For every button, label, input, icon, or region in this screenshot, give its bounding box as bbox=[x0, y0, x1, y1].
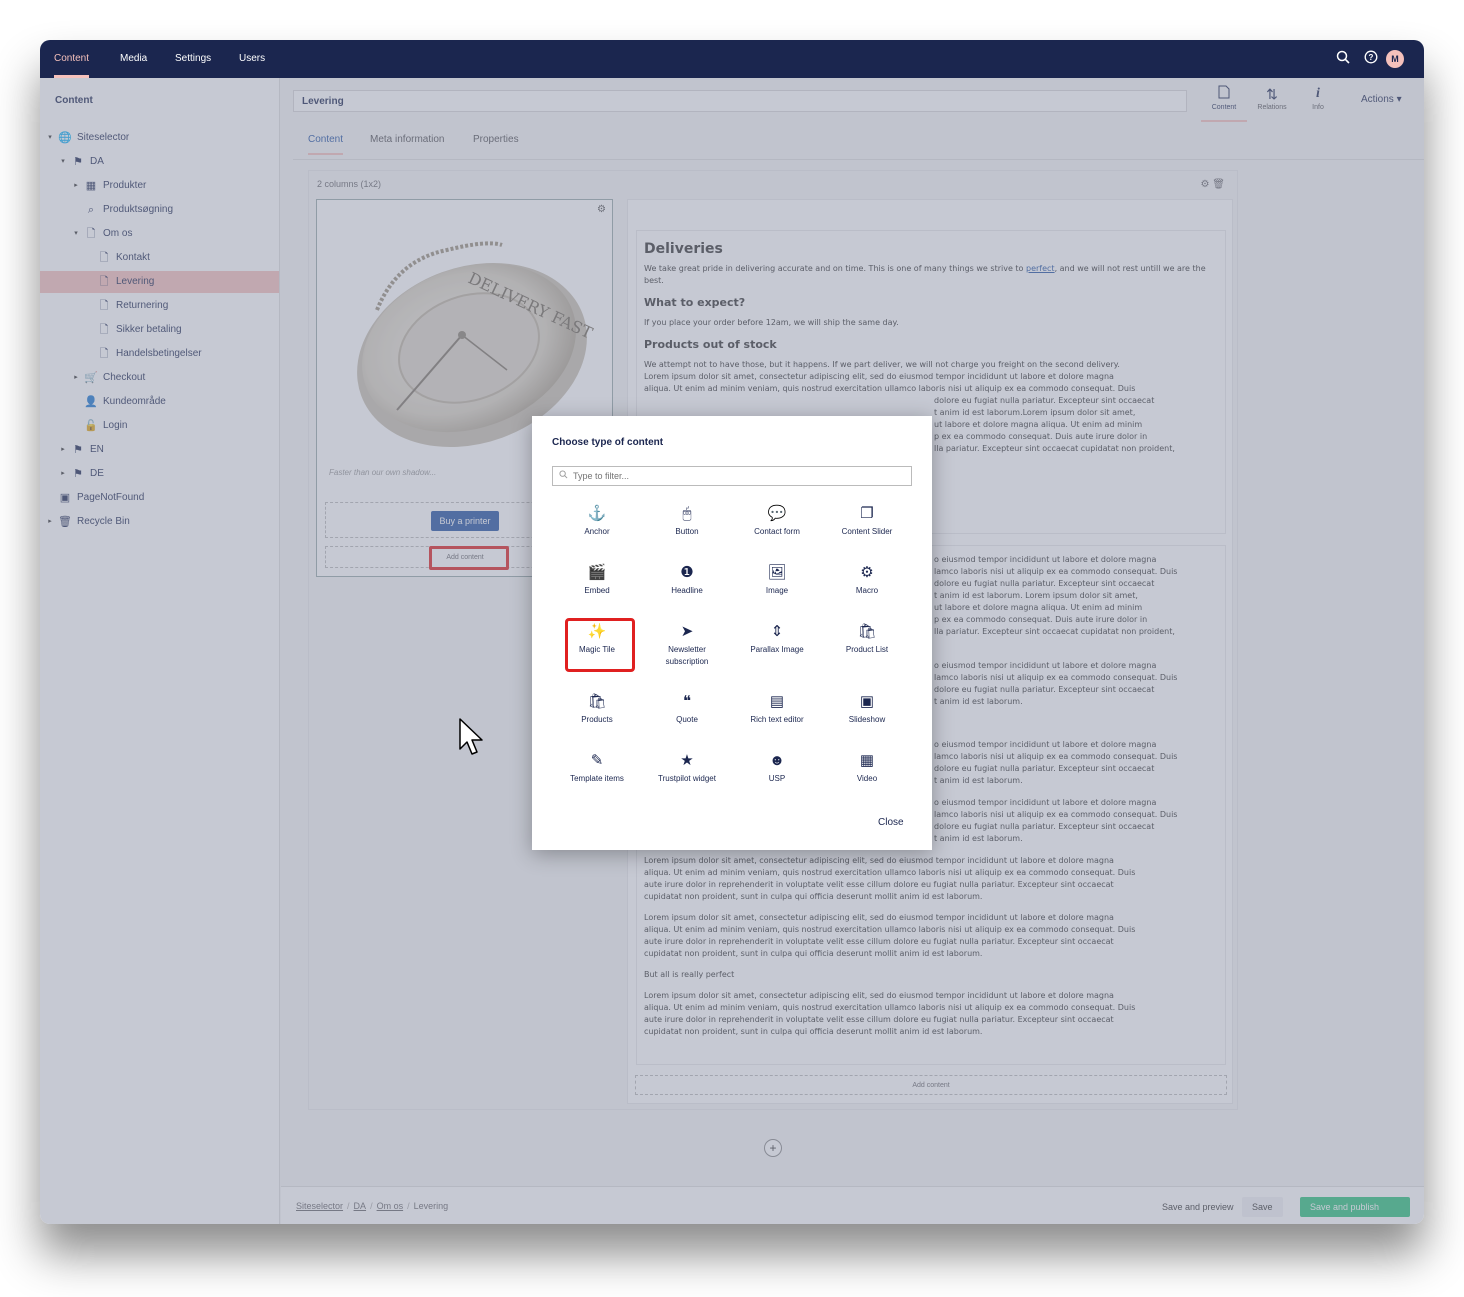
content-type-slideshow[interactable]: ▣ Slideshow bbox=[827, 692, 907, 742]
content-type-label: Macro bbox=[855, 586, 879, 595]
content-type-label: Slideshow bbox=[848, 715, 886, 724]
anchor-icon: ⚓ bbox=[587, 505, 607, 522]
quote-icon: ❝ bbox=[682, 693, 692, 710]
one-circle-icon: ❶ bbox=[680, 564, 694, 581]
content-type-label: Products bbox=[581, 715, 613, 724]
shopping-bag-icon: 🛍 bbox=[857, 623, 877, 640]
svg-text:?: ? bbox=[1369, 53, 1374, 62]
dialog-title: Choose type of content bbox=[552, 437, 664, 448]
content-type-product-list[interactable]: 🛍 Product List bbox=[827, 622, 907, 672]
search-icon[interactable] bbox=[1334, 50, 1352, 68]
vertical-arrows-icon: ⇕ bbox=[770, 623, 784, 640]
article-icon: ▤ bbox=[769, 693, 785, 710]
content-type-label: Anchor bbox=[584, 527, 610, 536]
content-type-label: Rich text editor bbox=[750, 715, 804, 724]
nav-content[interactable]: Content bbox=[54, 40, 90, 78]
content-type-anchor[interactable]: ⚓ Anchor bbox=[557, 504, 637, 554]
close-button[interactable]: Close bbox=[878, 817, 904, 828]
film-icon: ▦ bbox=[859, 752, 875, 769]
content-type-label: Headline bbox=[671, 586, 703, 595]
content-type-embed[interactable]: 🎬 Embed bbox=[557, 563, 637, 613]
shopping-bag-icon: 🛍 bbox=[587, 693, 607, 710]
content-type-label: Embed bbox=[584, 586, 610, 595]
choose-content-type-dialog: Choose type of content ⚓ Anchor 🖱 Button 💬 Co… bbox=[532, 416, 932, 850]
content-type-label: Parallax Image bbox=[750, 645, 804, 654]
content-type-label: Image bbox=[765, 586, 789, 595]
smiley-icon: ☻ bbox=[769, 752, 785, 769]
slides-icon: ❐ bbox=[860, 505, 874, 522]
content-type-video[interactable]: ▦ Video bbox=[827, 751, 907, 801]
content-type-label: Template items bbox=[570, 774, 624, 783]
mouse-cursor-icon bbox=[459, 718, 483, 755]
content-type-label: Video bbox=[856, 774, 878, 783]
content-type-parallax-image[interactable]: ⇕ Parallax Image bbox=[737, 622, 817, 672]
picture-icon: 🖼 bbox=[767, 564, 787, 581]
content-type-template-items[interactable]: ✎ Template items bbox=[557, 751, 637, 801]
content-type-label: Content Slider bbox=[841, 527, 893, 536]
paper-plane-icon: ➤ bbox=[680, 623, 694, 640]
content-type-image[interactable]: 🖼 Image bbox=[737, 563, 817, 613]
content-type-label: Newsletter subscription bbox=[665, 645, 709, 666]
content-type-content-slider[interactable]: ❐ Content Slider bbox=[827, 504, 907, 554]
content-type-products[interactable]: 🛍 Products bbox=[557, 692, 637, 742]
nav-users[interactable]: Users bbox=[239, 40, 265, 78]
content-type-label: USP bbox=[768, 774, 786, 783]
content-type-button[interactable]: 🖱 Button bbox=[647, 504, 727, 554]
content-type-label: Button bbox=[675, 527, 699, 536]
mouse-icon: 🖱 bbox=[682, 505, 692, 522]
content-type-label: Contact form bbox=[754, 527, 800, 536]
content-type-newsletter-subscription[interactable]: ➤ Newsletter subscription bbox=[647, 622, 727, 672]
search-icon bbox=[559, 470, 568, 481]
clapperboard-icon: 🎬 bbox=[587, 564, 607, 581]
filter-input[interactable] bbox=[552, 466, 912, 486]
content-type-usp[interactable]: ☻ USP bbox=[737, 751, 817, 801]
content-type-contact-form[interactable]: 💬 Contact form bbox=[737, 504, 817, 554]
content-type-headline[interactable]: ❶ Headline bbox=[647, 563, 727, 613]
nav-settings[interactable]: Settings bbox=[175, 40, 211, 78]
content-type-macro[interactable]: ⚙ Macro bbox=[827, 563, 907, 613]
star-icon: ★ bbox=[680, 752, 694, 769]
content-type-trustpilot-widget[interactable]: ★ Trustpilot widget bbox=[647, 751, 727, 801]
content-type-rich-text-editor[interactable]: ▤ Rich text editor bbox=[737, 692, 817, 742]
cogs-icon: ⚙ bbox=[860, 564, 874, 581]
content-type-label: Quote bbox=[676, 715, 698, 724]
nav-media[interactable]: Media bbox=[120, 40, 147, 78]
content-type-quote[interactable]: ❝ Quote bbox=[647, 692, 727, 742]
help-icon[interactable]: ? bbox=[1362, 50, 1380, 68]
photos-icon: ▣ bbox=[859, 693, 875, 710]
user-avatar[interactable]: M bbox=[1386, 50, 1404, 68]
magic-tile-highlight bbox=[565, 618, 635, 672]
top-navigation-bar: Content Media Settings Users ? M bbox=[40, 40, 1424, 78]
content-type-label: Trustpilot widget bbox=[658, 774, 716, 783]
chat-icon: 💬 bbox=[767, 505, 787, 522]
content-type-label: Product List bbox=[845, 645, 889, 654]
edit-icon: ✎ bbox=[590, 752, 604, 769]
app-window: Content Media Settings Users ? M Content… bbox=[40, 40, 1424, 1224]
